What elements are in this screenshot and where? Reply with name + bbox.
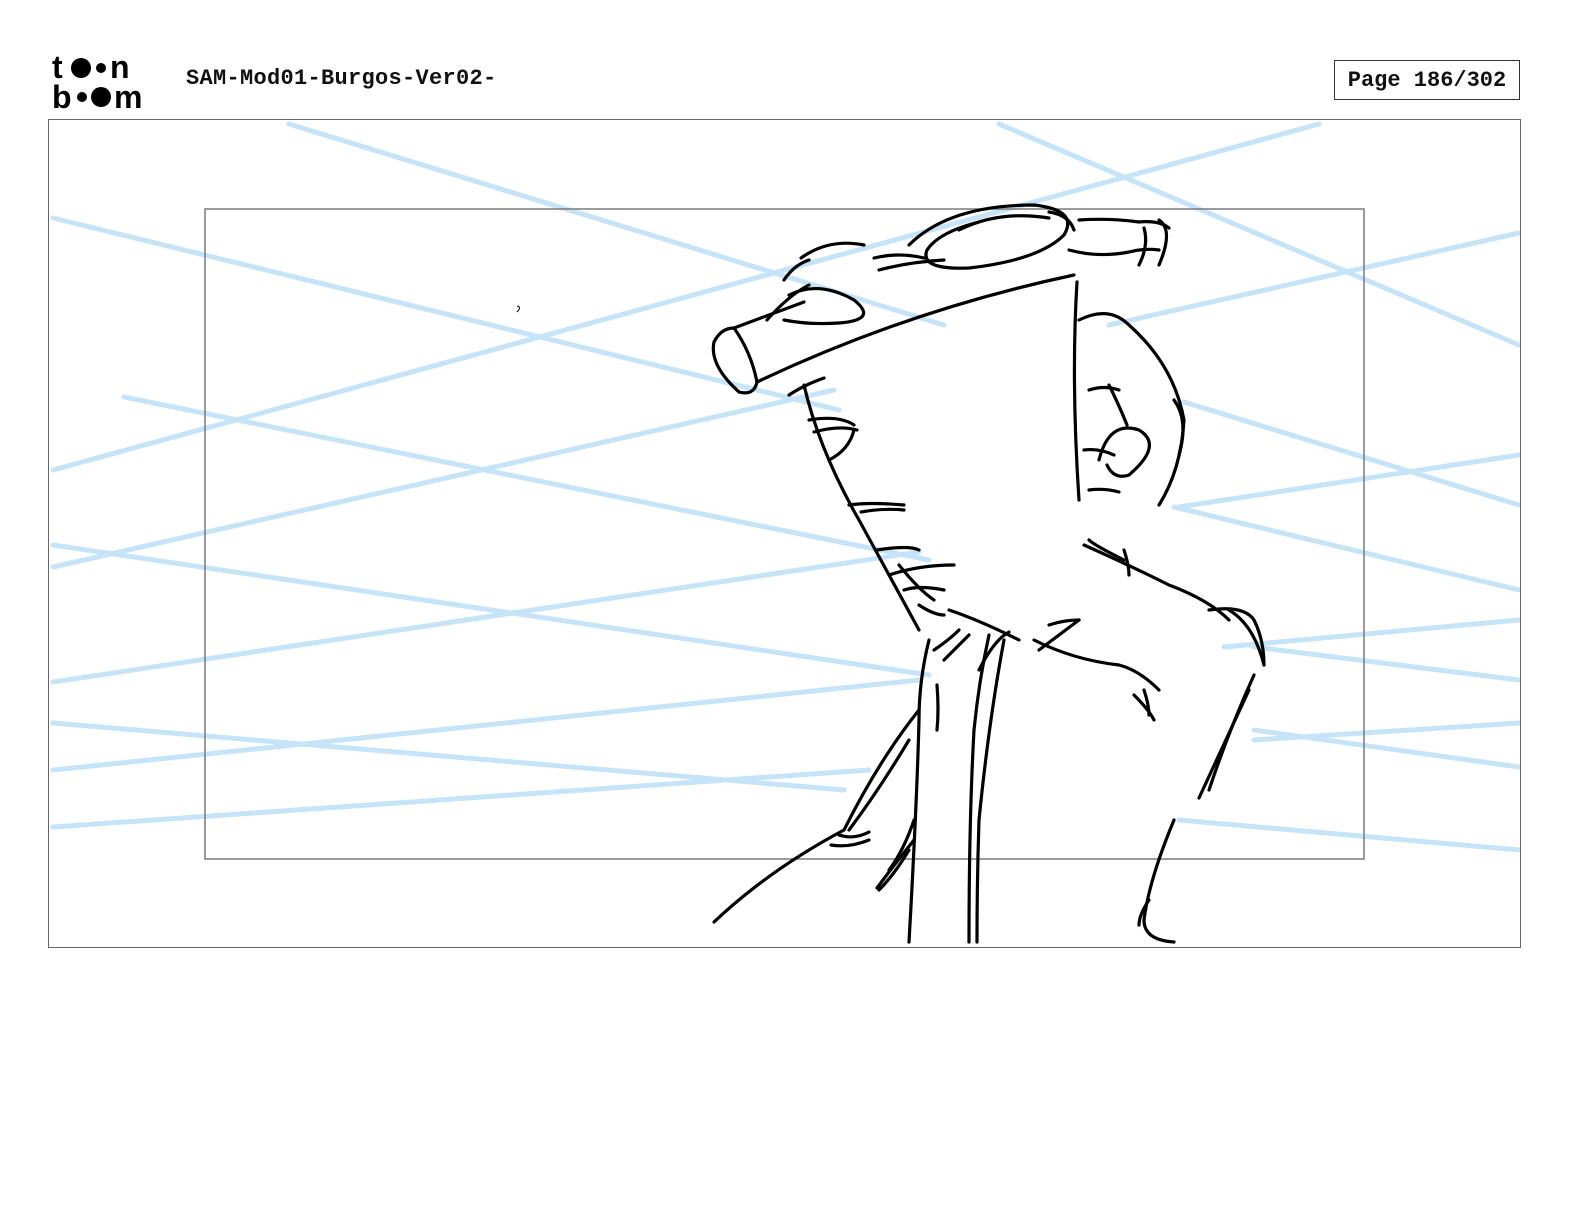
storyboard-sketch	[50, 121, 1520, 944]
svg-text:b: b	[52, 79, 72, 112]
guide-lines	[50, 121, 1520, 853]
character-sketch-icon	[711, 203, 1266, 944]
toonboom-logo: t n b m	[52, 50, 164, 112]
page-counter: Page 186/302	[1334, 60, 1520, 100]
svg-text:m: m	[114, 79, 142, 112]
storyboard-panel	[48, 119, 1521, 948]
document-title: SAM-Mod01-Burgos-Ver02-	[186, 66, 497, 91]
toonboom-logo-icon: t n b m	[52, 50, 142, 112]
